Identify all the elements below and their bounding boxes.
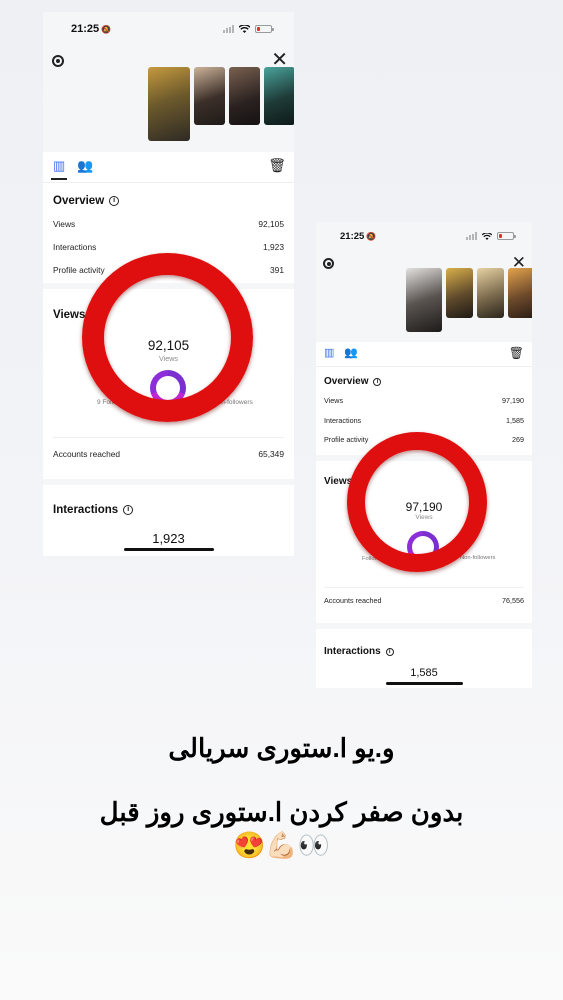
divider <box>324 587 524 588</box>
accounts-reached-row[interactable]: Accounts reached 76,556 <box>324 596 524 605</box>
wifi-icon <box>482 232 492 240</box>
info-icon[interactable]: i <box>385 647 394 656</box>
settings-gear-icon[interactable] <box>323 258 334 269</box>
info-icon[interactable]: i <box>373 377 382 386</box>
overview-row-views[interactable]: Views 97,190 <box>324 396 524 416</box>
overview-title: Overview i <box>53 195 284 207</box>
silent-bell-icon: 🔕 <box>366 232 377 241</box>
trash-icon[interactable]: 🗑 <box>509 347 524 359</box>
status-icons <box>223 25 274 33</box>
story-thumbnail[interactable] <box>446 268 473 318</box>
accounts-reached-row[interactable]: Accounts reached 65,349 <box>53 449 284 459</box>
interactions-card: Interactions i 1,585 <box>316 629 532 688</box>
interactions-total: 1,923 <box>152 531 185 546</box>
trash-icon[interactable]: 🗑 <box>268 158 286 172</box>
battery-low-icon <box>255 25 274 33</box>
status-time: 21:25 🔕 <box>340 231 377 242</box>
people-icon[interactable]: 👥 <box>344 348 358 359</box>
interactions-title: Interactions i <box>324 646 524 657</box>
interactions-title: Interactions i <box>53 504 284 516</box>
status-time: 21:25 🔕 <box>71 23 112 35</box>
battery-low-icon <box>497 232 516 240</box>
silent-bell-icon: 🔕 <box>101 25 112 34</box>
bar-chart-icon[interactable]: ▥ <box>50 159 68 180</box>
home-indicator[interactable] <box>386 682 463 685</box>
caption-emojis: 😍💪🏻👀 <box>232 830 331 860</box>
interactions-total: 1,585 <box>410 667 438 679</box>
cellular-signal-icon <box>466 232 477 240</box>
insights-tabs: ▥ 👥 🗑 <box>43 152 294 183</box>
divider <box>53 437 284 438</box>
story-thumbnails <box>148 67 294 141</box>
caption-line-2: بدون صفر کردن ا.ستوری روز قبل <box>99 797 464 827</box>
home-indicator[interactable] <box>124 548 214 551</box>
story-thumbnail[interactable] <box>508 268 532 318</box>
status-icons <box>466 232 516 240</box>
red-highlight-ring <box>82 253 253 422</box>
story-thumbnail[interactable] <box>229 67 260 125</box>
bar-chart-icon[interactable]: ▥ <box>324 348 334 359</box>
cellular-signal-icon <box>223 25 234 33</box>
overview-title: Overview i <box>324 376 524 387</box>
story-thumbnail[interactable] <box>477 268 504 318</box>
wifi-icon <box>239 25 250 33</box>
overview-row-views[interactable]: Views 92,105 <box>53 219 284 242</box>
story-thumbnail[interactable] <box>264 67 294 125</box>
story-thumbnail[interactable] <box>194 67 225 125</box>
status-bar: 21:25 🔕 <box>316 222 532 258</box>
story-top-bar: ✕ <box>316 254 532 342</box>
status-bar: 21:25 🔕 <box>43 12 294 48</box>
interactions-card: Interactions i 1,923 <box>43 485 294 556</box>
people-icon[interactable]: 👥 <box>77 159 93 172</box>
views-title: Views <box>53 309 86 321</box>
info-icon[interactable]: i <box>109 196 120 206</box>
story-thumbnail-selected[interactable] <box>406 268 442 332</box>
info-icon[interactable]: i <box>123 505 134 515</box>
red-highlight-ring <box>347 432 487 572</box>
settings-gear-icon[interactable] <box>52 55 64 67</box>
story-top-bar: ✕ <box>43 48 294 152</box>
caption-line-1: و.یو ا.ستوری سریالی <box>168 733 395 763</box>
insights-tabs: ▥ 👥 🗑 <box>316 342 532 367</box>
story-thumbnail-selected[interactable] <box>148 67 190 141</box>
story-thumbnails <box>406 268 532 332</box>
